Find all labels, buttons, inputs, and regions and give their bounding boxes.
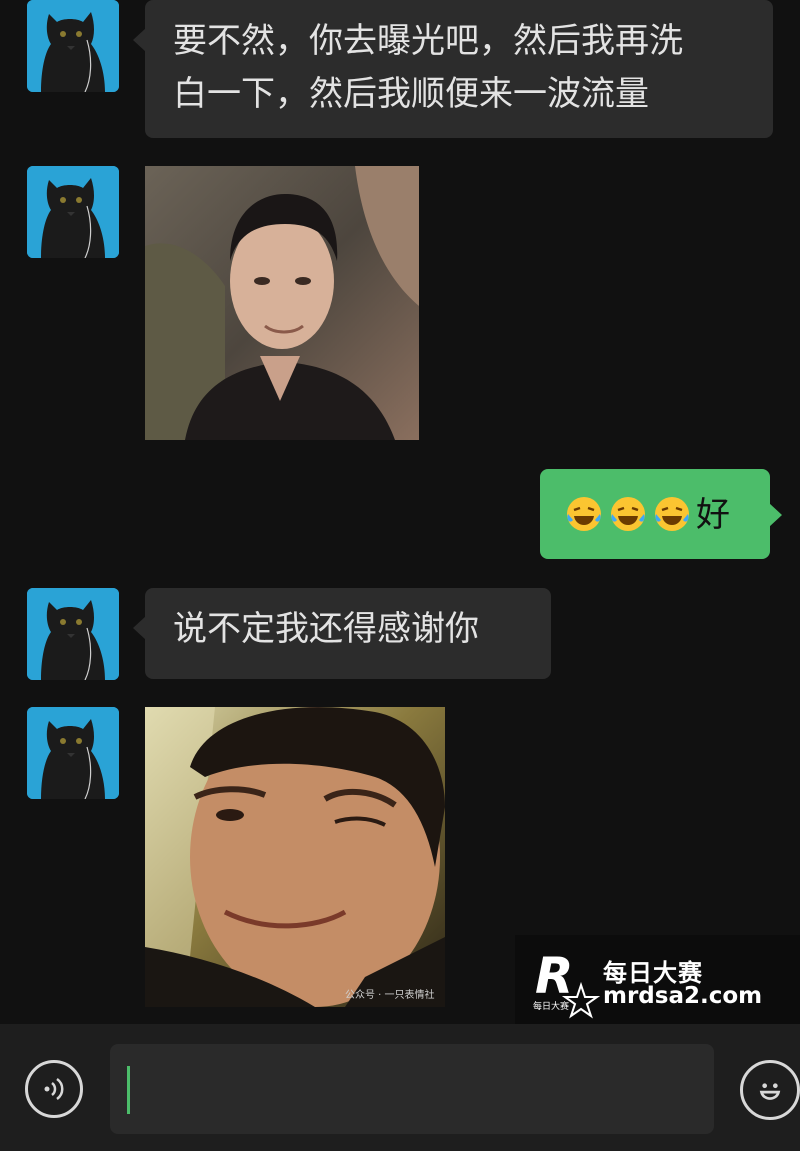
voice-button[interactable] (25, 1060, 83, 1118)
smiley-icon (759, 1083, 781, 1100)
contact-avatar[interactable] (27, 588, 119, 680)
panther-avatar-icon (27, 588, 119, 680)
svg-text:每日大赛: 每日大赛 (533, 1000, 569, 1012)
voice-wave-icon (44, 1077, 64, 1101)
watermark-banner: R 每日大赛 每日大赛 mrdsa2.com (515, 935, 800, 1025)
message-text: 好 (696, 495, 730, 535)
image-message[interactable]: 公众号 · 一只表情社 (145, 707, 445, 1007)
message-bubble[interactable]: 要不然，你去曝光吧，然后我再洗 白一下，然后我顺便来一波流量 (133, 0, 773, 138)
message-input[interactable] (110, 1044, 714, 1134)
text-caret (127, 1066, 130, 1114)
panther-avatar-icon (27, 707, 119, 799)
panther-avatar-icon (27, 166, 119, 258)
panther-avatar-icon (27, 0, 119, 92)
face-with-tears-of-joy-icon (655, 497, 689, 531)
message-line: 说不定我还得感谢你 (173, 609, 479, 649)
man-smiling-photo (145, 166, 419, 440)
contact-avatar[interactable] (27, 166, 119, 258)
contact-avatar[interactable] (27, 707, 119, 799)
face-with-tears-of-joy-icon (611, 497, 645, 531)
face-with-tears-of-joy-icon (567, 497, 601, 531)
message-line: 白一下，然后我顺便来一波流量 (173, 74, 649, 114)
image-caption: 公众号 · 一只表情社 (345, 990, 435, 1001)
outgoing-message-bubble[interactable]: 好 (540, 469, 782, 559)
watermark-url: mrdsa2.com (603, 983, 763, 1009)
site-logo: R 每日大赛 (533, 947, 601, 1019)
emoji-button[interactable] (740, 1060, 800, 1120)
input-bar (0, 1024, 800, 1151)
image-message[interactable] (145, 166, 419, 440)
contact-avatar[interactable] (27, 0, 119, 92)
man-winking-photo (145, 707, 445, 1007)
message-bubble[interactable]: 说不定我还得感谢你 (133, 588, 551, 679)
message-line: 要不然，你去曝光吧，然后我再洗 (173, 21, 683, 61)
